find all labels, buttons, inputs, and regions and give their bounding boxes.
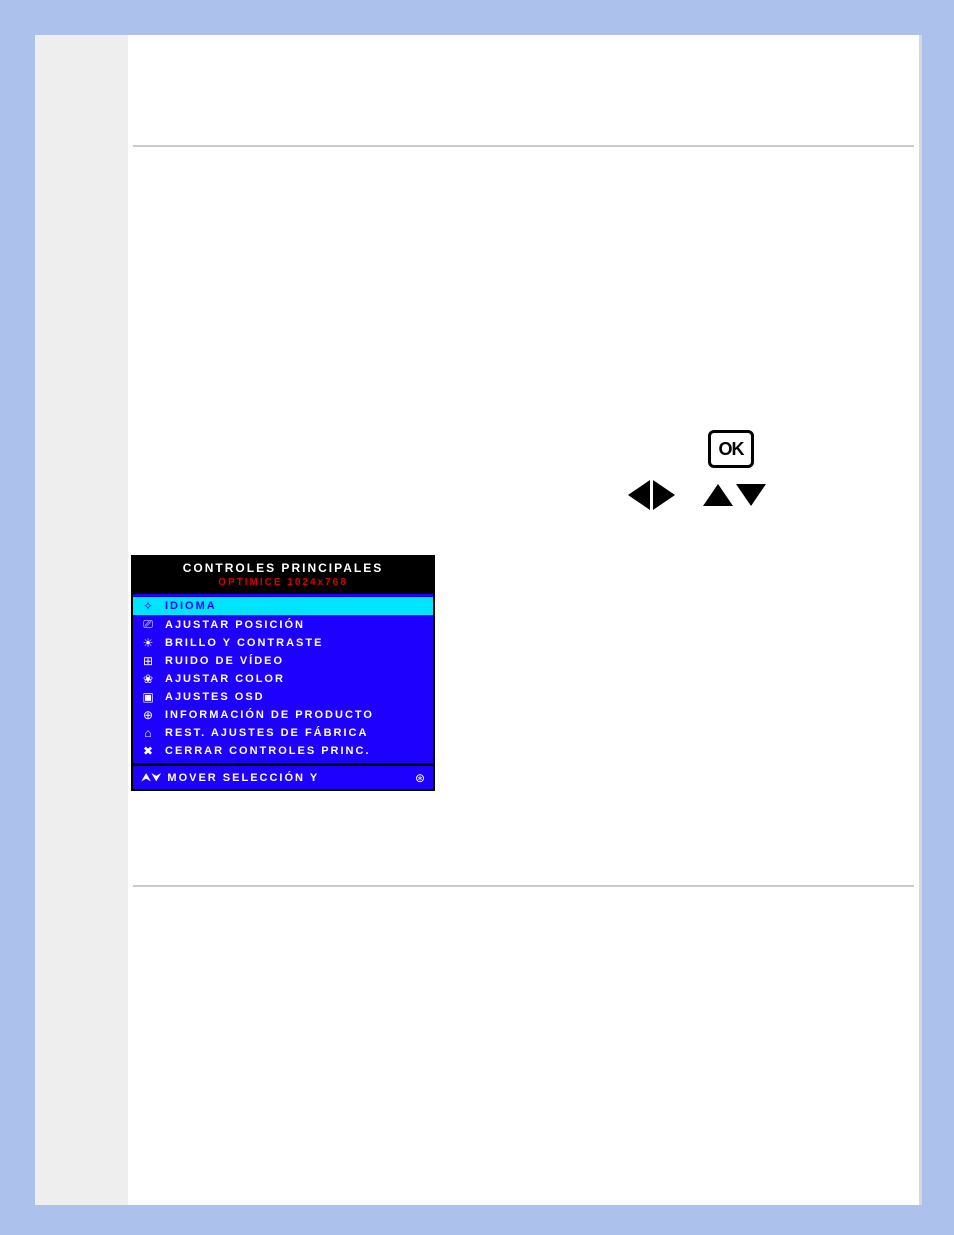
ok-button-icon: OK <box>708 430 754 468</box>
osd-item-cerrar-icon: ✖ <box>141 744 155 758</box>
osd-item-ruido-video-label: RUIDO DE VÍDEO <box>165 655 284 667</box>
left-right-arrows-icon <box>628 480 675 510</box>
osd-footer: ⮝⮟ MOVER SELECCIÓN Y ⊛ <box>133 763 433 789</box>
page-content: OK CONTROLES PRINCIPALES OPTIMICE 1024x7… <box>128 35 919 1205</box>
arrow-right-icon <box>653 480 675 510</box>
osd-item-ajustar-color-label: AJUSTAR COLOR <box>165 673 285 685</box>
osd-item-brillo-contraste-label: BRILLO Y CONTRASTE <box>165 637 323 649</box>
osd-item-informacion-producto[interactable]: ⊕ INFORMACIÓN DE PRODUCTO <box>133 706 433 724</box>
up-down-arrows-icon <box>703 484 766 506</box>
osd-list: ✧ IDIOMA ⎚ AJUSTAR POSICIÓN ☀ BRILLO Y CONTRA… <box>133 594 433 763</box>
osd-item-ajustes-osd[interactable]: ▣ AJUSTES OSD <box>133 688 433 706</box>
osd-item-idioma-icon: ✧ <box>141 599 155 613</box>
osd-item-restaurar-fabrica-icon: ⌂ <box>141 726 155 740</box>
osd-subtitle: OPTIMICE 1024x768 <box>133 577 433 594</box>
osd-footer-ok-icon: ⊛ <box>415 771 425 785</box>
osd-menu: CONTROLES PRINCIPALES OPTIMICE 1024x768 … <box>131 555 435 791</box>
osd-item-cerrar-label: CERRAR CONTROLES PRINC. <box>165 745 371 757</box>
divider-top <box>133 145 914 147</box>
osd-item-brillo-contraste-icon: ☀ <box>141 636 155 650</box>
osd-item-ajustar-posicion[interactable]: ⎚ AJUSTAR POSICIÓN <box>133 615 433 634</box>
osd-item-informacion-producto-icon: ⊕ <box>141 708 155 722</box>
osd-item-cerrar[interactable]: ✖ CERRAR CONTROLES PRINC. <box>133 742 433 760</box>
osd-item-informacion-producto-label: INFORMACIÓN DE PRODUCTO <box>165 709 374 721</box>
osd-item-idioma-label: IDIOMA <box>165 600 217 612</box>
sidebar <box>35 35 128 1205</box>
osd-item-restaurar-fabrica-label: REST. AJUSTES DE FÁBRICA <box>165 727 368 739</box>
arrow-up-icon <box>703 484 733 506</box>
divider-bottom <box>133 885 914 887</box>
arrow-left-icon <box>628 480 650 510</box>
ok-button-label: OK <box>719 440 744 458</box>
arrow-down-icon <box>736 484 766 506</box>
osd-item-ajustes-osd-label: AJUSTES OSD <box>165 691 265 703</box>
osd-item-ajustar-posicion-label: AJUSTAR POSICIÓN <box>165 619 305 631</box>
document-page: OK CONTROLES PRINCIPALES OPTIMICE 1024x7… <box>35 35 922 1205</box>
osd-item-ajustar-color[interactable]: ❀ AJUSTAR COLOR <box>133 670 433 688</box>
osd-item-ajustar-color-icon: ❀ <box>141 672 155 686</box>
osd-item-brillo-contraste[interactable]: ☀ BRILLO Y CONTRASTE <box>133 634 433 652</box>
osd-item-ruido-video-icon: ⊞ <box>141 654 155 668</box>
osd-item-idioma[interactable]: ✧ IDIOMA <box>133 597 433 615</box>
osd-item-restaurar-fabrica[interactable]: ⌂ REST. AJUSTES DE FÁBRICA <box>133 724 433 742</box>
osd-item-ajustes-osd-icon: ▣ <box>141 690 155 704</box>
osd-item-ruido-video[interactable]: ⊞ RUIDO DE VÍDEO <box>133 652 433 670</box>
osd-title: CONTROLES PRINCIPALES <box>133 557 433 577</box>
osd-footer-text: MOVER SELECCIÓN Y <box>167 772 319 784</box>
nav-arrows-icon <box>628 480 766 510</box>
osd-footer-nav-icon: ⮝⮟ <box>141 770 161 785</box>
osd-item-ajustar-posicion-icon: ⎚ <box>141 617 155 632</box>
